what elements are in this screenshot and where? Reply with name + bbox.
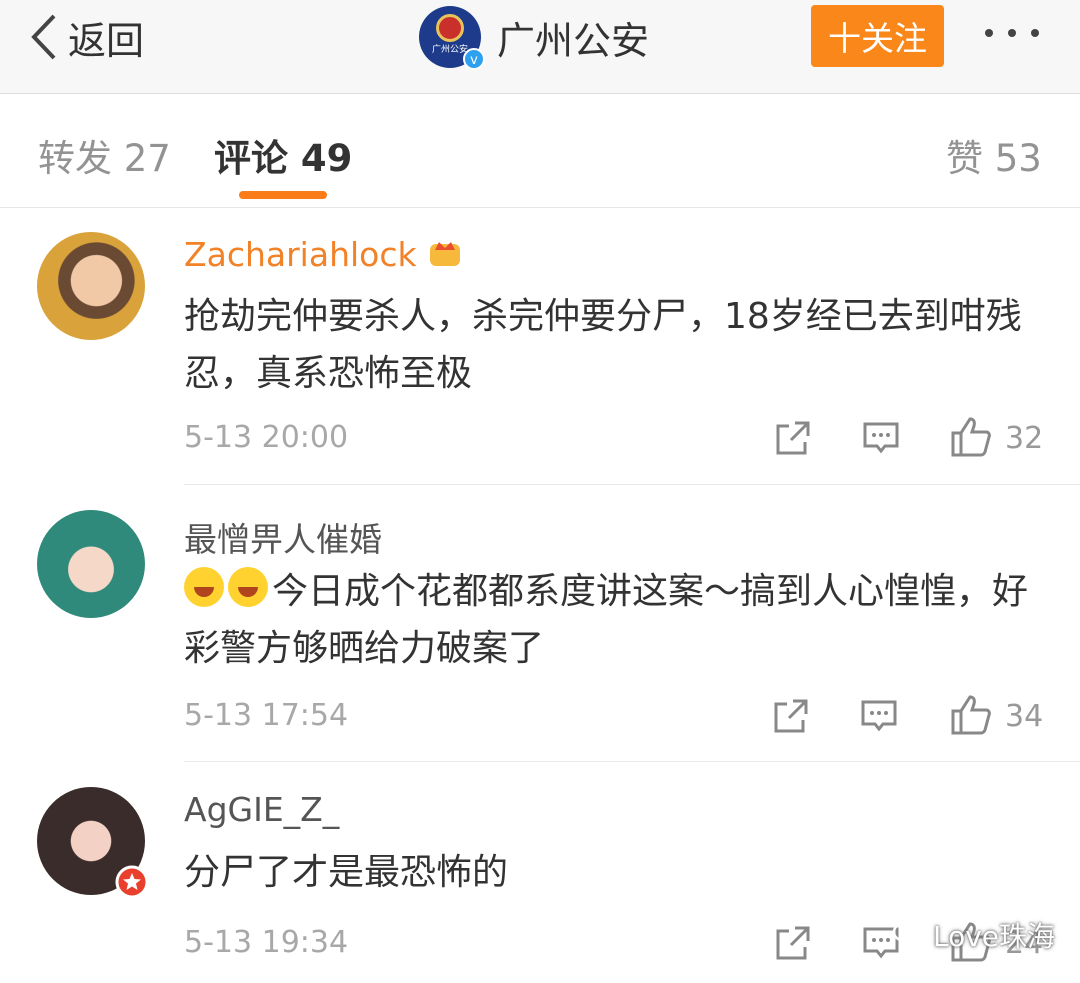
back-button[interactable]: 返回 — [28, 10, 144, 64]
tab-reposts[interactable]: 转发 27 — [38, 128, 171, 182]
username[interactable]: Zachariahlock — [184, 234, 463, 274]
like-icon[interactable] — [950, 416, 992, 458]
wechat-icon — [893, 921, 925, 948]
tab-likes[interactable]: 赞 53 — [946, 128, 1042, 182]
watermark: Love珠海 — [893, 915, 1055, 955]
like-icon[interactable] — [950, 694, 992, 736]
username[interactable]: AgGIE_Z_ — [184, 790, 339, 829]
like-count: 34 — [1005, 699, 1044, 734]
laugh-cry-emoji-icon — [228, 567, 268, 607]
comment-text: 分尸了才是最恐怖的 — [184, 852, 509, 893]
member-badge-icon — [115, 865, 149, 899]
police-emblem-icon — [436, 14, 464, 42]
share-icon[interactable] — [775, 420, 811, 456]
like-count: 32 — [1005, 421, 1044, 456]
more-dots-icon[interactable] — [985, 29, 1039, 37]
account-avatar[interactable]: 广州公安 v — [419, 6, 485, 70]
comment-time: 5-13 17:54 — [184, 698, 349, 733]
comment-icon[interactable] — [861, 698, 897, 734]
avatar[interactable] — [37, 510, 145, 618]
username[interactable]: 最憎畀人催婚 — [184, 513, 382, 561]
comment-text: 今日成个花都都系度讲这案～搞到人心惶惶，好彩警方够晒给力破案了 — [184, 563, 1044, 677]
active-tab-indicator — [239, 191, 327, 199]
laugh-cry-emoji-icon — [184, 567, 224, 607]
top-nav-bar: 返回 广州公安 v 广州公安 十关注 — [0, 0, 1080, 94]
divider — [184, 484, 1080, 485]
share-icon[interactable] — [775, 925, 811, 961]
back-label: 返回 — [68, 18, 145, 63]
follow-button[interactable]: 十关注 — [811, 5, 944, 67]
divider — [184, 761, 1080, 762]
account-header[interactable]: 广州公安 v 广州公安 — [419, 5, 650, 70]
verified-badge-icon: v — [463, 48, 485, 70]
chevron-left-icon — [31, 14, 56, 60]
comment-time: 5-13 19:34 — [184, 925, 349, 960]
comment-text: 抢劫完仲要杀人，杀完仲要分尸，18岁经已去到咁残忍，真系恐怖至极 — [184, 296, 1022, 394]
share-icon[interactable] — [773, 698, 809, 734]
comment-time: 5-13 20:00 — [184, 420, 349, 455]
tab-comments[interactable]: 评论 49 — [214, 128, 352, 182]
crown-icon — [430, 242, 461, 266]
comment-icon[interactable] — [863, 420, 899, 456]
avatar[interactable] — [37, 232, 145, 340]
avatar[interactable] — [37, 787, 149, 899]
tab-bar: 转发 27 评论 49 赞 53 — [0, 94, 1080, 208]
account-name: 广州公安 — [497, 18, 650, 63]
